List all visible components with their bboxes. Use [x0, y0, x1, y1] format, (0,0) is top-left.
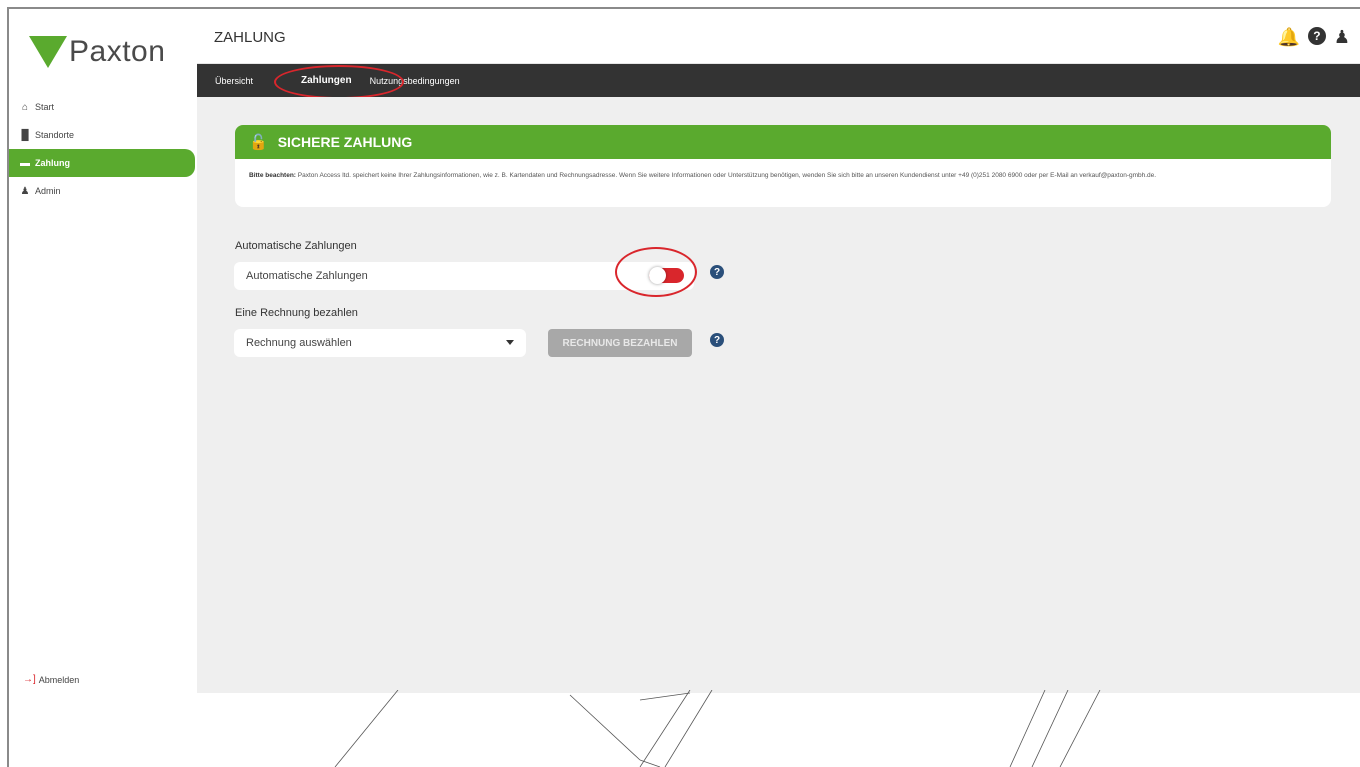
- sidebar-item-label: Start: [35, 102, 55, 112]
- screenshot-frame: Paxton ⌂ Start █ Standorte ▬ Zahlung ♟ A…: [0, 0, 1360, 767]
- sidebar-item-start[interactable]: ⌂ Start: [9, 93, 197, 121]
- building-icon: █: [21, 129, 29, 141]
- pay-invoice-button[interactable]: RECHNUNG BEZAHLEN: [548, 329, 692, 357]
- notice-header: 🔓 SICHERE ZAHLUNG: [235, 125, 1331, 159]
- decorative-lines: [334, 690, 1101, 767]
- auto-payments-toggle[interactable]: [649, 267, 684, 284]
- home-icon: ⌂: [21, 101, 29, 113]
- invoice-heading: Eine Rechnung bezahlen: [235, 307, 358, 319]
- help-icon[interactable]: ?: [710, 333, 724, 347]
- bell-icon[interactable]: 🔔: [1277, 27, 1299, 48]
- help-icon[interactable]: ?: [1307, 27, 1326, 45]
- sidebar: Paxton ⌂ Start █ Standorte ▬ Zahlung ♟ A…: [9, 9, 197, 693]
- tab-uebersicht[interactable]: Übersicht: [215, 76, 253, 86]
- invoice-select[interactable]: Rechnung auswählen: [234, 329, 526, 357]
- user-icon: ♟: [20, 185, 30, 197]
- tab-zahlungen[interactable]: Zahlungen: [301, 75, 352, 86]
- sidebar-item-label: Standorte: [35, 130, 75, 140]
- help-icon[interactable]: ?: [710, 265, 724, 279]
- sidebar-item-label: Admin: [35, 186, 61, 196]
- logout-icon: →]: [23, 674, 36, 685]
- sidebar-item-admin[interactable]: ♟ Admin: [9, 177, 197, 205]
- sidebar-nav: ⌂ Start █ Standorte ▬ Zahlung ♟ Admin: [9, 93, 197, 205]
- logout-label: Abmelden: [38, 674, 80, 685]
- tab-bar: Übersicht Zahlungen Nutzungsbedingungen: [197, 64, 1360, 97]
- sidebar-item-standorte[interactable]: █ Standorte: [9, 121, 197, 149]
- notice-body: Bitte beachten: Paxton Access ltd. speic…: [235, 159, 1331, 181]
- card-icon: ▬: [20, 157, 30, 169]
- notice-title: SICHERE ZAHLUNG: [277, 134, 413, 150]
- logo-text: Paxton: [69, 34, 166, 68]
- toggle-knob: [649, 267, 666, 284]
- sidebar-item-zahlung[interactable]: ▬ Zahlung: [9, 149, 195, 177]
- lock-icon: 🔓: [249, 134, 268, 151]
- top-bar: ZAHLUNG 🔔 ? ♟: [197, 9, 1360, 64]
- top-icons: 🔔 ? ♟: [1277, 27, 1350, 48]
- auto-payments-field: Automatische Zahlungen: [234, 262, 694, 290]
- user-icon[interactable]: ♟: [1334, 27, 1350, 48]
- page-title: ZAHLUNG: [214, 29, 286, 46]
- notice-text: Paxton Access ltd. speichert keine Ihrer…: [297, 172, 1157, 179]
- secure-payment-notice: 🔓 SICHERE ZAHLUNG Bitte beachten: Paxton…: [235, 125, 1331, 207]
- paxton-logo[interactable]: Paxton: [29, 29, 165, 74]
- sidebar-item-label: Zahlung: [35, 158, 70, 168]
- tab-nutzungsbedingungen[interactable]: Nutzungsbedingungen: [370, 76, 460, 86]
- caret-down-icon: [506, 340, 514, 345]
- main-content: 🔓 SICHERE ZAHLUNG Bitte beachten: Paxton…: [197, 97, 1360, 693]
- auto-payments-heading: Automatische Zahlungen: [235, 240, 357, 252]
- logout-link[interactable]: →] Abmelden: [23, 674, 79, 685]
- invoice-select-value: Rechnung auswählen: [246, 337, 352, 349]
- notice-bold-prefix: Bitte beachten:: [249, 172, 296, 179]
- paxton-logo-icon: [29, 35, 67, 68]
- auto-payments-label: Automatische Zahlungen: [246, 270, 368, 282]
